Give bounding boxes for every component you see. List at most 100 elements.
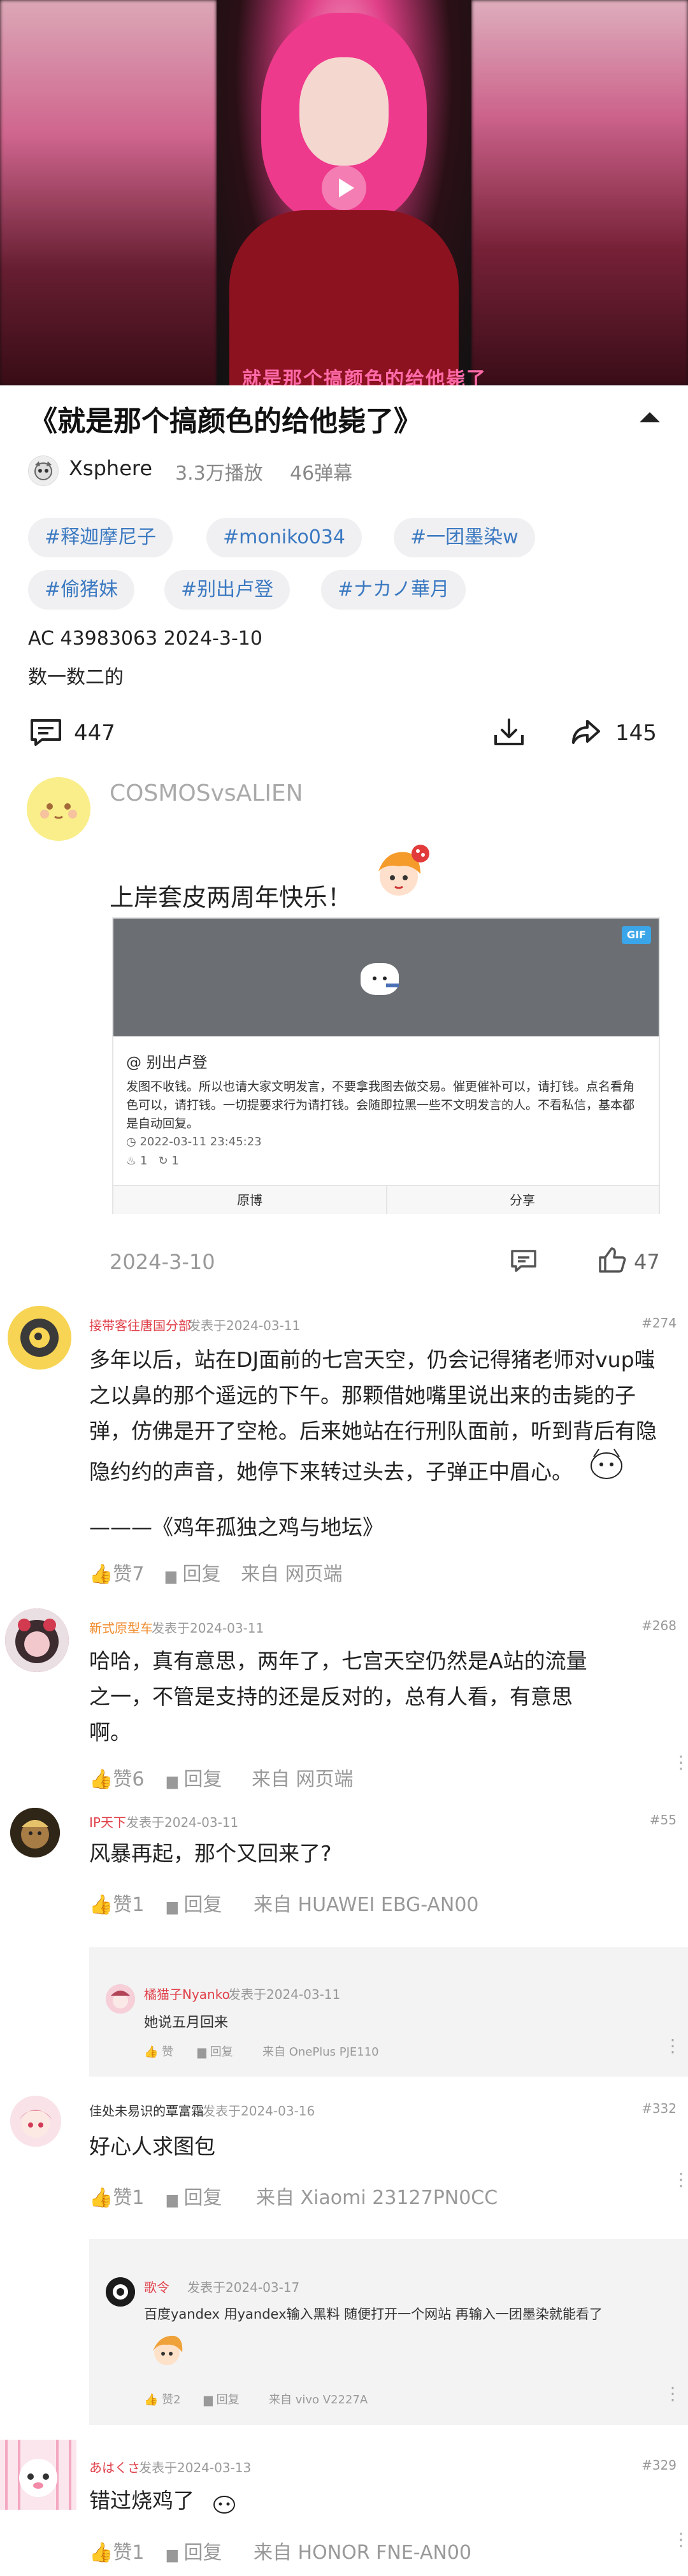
reply-reply-label: 回复 [216,2393,240,2407]
comment-line: 啊。 [89,1720,131,1745]
user-avatar[interactable] [10,2096,61,2147]
tag-chip[interactable]: #释迦摩尼子 [28,518,173,557]
reply-label: 回复 [182,1563,221,1585]
like-icon[interactable] [598,1246,627,1277]
reply-user-avatar[interactable] [106,2277,135,2307]
reply-source: 来自 vivo V2227A [269,2393,368,2407]
comment-line: 多年以后，站在DJ面前的七宫天空，仍会记得猪老师对vup嗤 [89,1347,656,1372]
reply-username[interactable]: 歌令 [144,2277,169,2296]
comment-text: 上岸套皮两周年快乐！ [110,884,352,912]
reply-action[interactable]: ▆ 回复 [167,1889,222,1917]
post-time-value: 2022-03-11 23:45:23 [140,1135,262,1148]
user-avatar[interactable] [0,2440,76,2510]
sticker-image [367,841,431,905]
reply-reply-action[interactable]: ▆ 回复 [197,2043,233,2059]
comment-username[interactable]: 佳处未易识的覃富霜 [89,2101,204,2119]
comment-username[interactable]: あはくさ [89,2458,140,2476]
video-figure-shirt [229,210,459,385]
tag-chip[interactable]: #别出卢登 [164,570,290,610]
tag-chip[interactable]: #一团墨染w [394,518,535,557]
like-action[interactable]: 👍赞6 [89,1763,144,1791]
comment-line: 错过烧鸡了 [89,2488,194,2513]
comment-floor: #274 [641,1315,677,1331]
tag-chip[interactable]: #偷猪妹 [28,570,135,610]
share-icon[interactable] [568,716,604,752]
sub-reply-box: 歌令 发表于2024-03-17 百度yandex 用yandex输入黑料 随便… [89,2239,688,2425]
reply-like-label: 赞 [162,2045,174,2059]
more-options-icon[interactable]: ⋮ [672,2169,688,2190]
reply-icon[interactable] [510,1249,538,1277]
user-avatar[interactable] [10,1808,60,1857]
comment-source: 来自 HUAWEI EBG-AN00 [254,1894,479,1916]
reply-action[interactable]: ▆ 回复 [167,1763,222,1791]
reply-user-avatar[interactable] [106,1984,135,2014]
reply-like-action[interactable]: 👍 赞 [144,2043,173,2059]
comment-line: 隐约约的声音，她停下来转过头去，子弹正中眉心。 [89,1459,573,1484]
reply-action[interactable]: ▆ 回复 [166,1558,220,1586]
download-icon[interactable] [492,716,526,752]
like-action[interactable]: 👍赞1 [89,1889,144,1917]
collapse-icon[interactable] [640,412,660,422]
comment-count: 447 [74,720,115,746]
reply-posted: 发表于2024-03-11 [228,1987,341,2002]
comment-source: 来自 网页端 [252,1768,354,1791]
like-action[interactable]: 👍赞1 [89,2182,144,2210]
like-label: 赞7 [113,1563,145,1585]
user-avatar[interactable] [5,1608,69,1672]
comment-source: 来自 HONOR FNE-AN00 [254,2542,472,2564]
more-options-icon[interactable]: ⋮ [664,2035,682,2056]
post-likes: 1 [140,1154,148,1168]
post-author[interactable]: @ 别出卢登 [126,1050,208,1072]
tag-chip[interactable]: #ナカノ華月 [321,570,466,610]
original-post-button[interactable]: 原博 [113,1186,387,1214]
play-icon[interactable] [322,166,366,210]
reply-label: 回复 [183,1894,222,1916]
comment-source: 来自 Xiaomi 23127PN0CC [256,2187,498,2209]
comment-username[interactable]: IP天下 [89,1812,126,1831]
comment-line: ———《鸡年孤独之鸡与地坛》 [89,1515,383,1540]
more-options-icon[interactable]: ⋮ [672,1752,688,1773]
like-action[interactable]: 👍赞7 [89,1558,144,1586]
comment-floor: #332 [641,2101,677,2116]
comment-source: 来自 网页端 [241,1563,343,1585]
comment-floor: #268 [641,1618,677,1633]
video-figure-face [299,57,389,166]
comment-posted: 发表于2024-03-16 [203,2103,315,2119]
uploader-avatar[interactable] [28,455,59,486]
reply-reply-action[interactable]: ▆ 回复 [204,2391,240,2407]
reply-action[interactable]: ▆ 回复 [167,2537,222,2565]
comment-icon[interactable] [28,717,64,751]
reply-username[interactable]: 橘猫子Nyanko [144,1984,230,2003]
reply-like-label: 赞2 [162,2393,181,2407]
reply-action[interactable]: ▆ 回复 [167,2182,222,2210]
user-avatar[interactable] [8,1306,71,1370]
comment-username[interactable]: 接带客往唐国分部 [89,1315,191,1334]
reply-source: 来自 OnePlus PJE110 [262,2045,379,2059]
sticker-icon [211,2492,237,2515]
comment-posted: 发表于2024-03-11 [126,1815,239,1830]
like-count: 47 [634,1250,660,1274]
play-count: 3.3万播放 [175,462,263,485]
reply-text: 百度yandex 用yandex输入黑料 随便打开一个网站 再输入一团墨染就能看… [144,2307,603,2322]
uploader-name[interactable]: Xsphere [69,456,152,480]
share-post-button[interactable]: 分享 [386,1186,659,1214]
sticker-image [147,2329,187,2370]
comment-line: 弹，仿佛是开了空枪。后来她站在行刑队面前，听到背后有隐 [89,1419,657,1443]
video-player[interactable]: 就是那个搞颜色的给他毙了 [0,0,688,385]
video-blur-right [471,0,688,385]
comment-posted: 发表于2024-03-11 [152,1621,264,1636]
like-action[interactable]: 👍赞1 [89,2537,144,2565]
tag-chip[interactable]: #moniko034 [206,518,362,557]
description: 数一数二的 [28,666,124,689]
reply-label: 回复 [183,2187,222,2209]
comment-username[interactable]: 新式原型车 [89,1618,153,1636]
more-options-icon[interactable]: ⋮ [672,2529,688,2550]
comment-line: 风暴再起，那个又回来了? [89,1841,332,1866]
comment-posted: 发表于2024-03-11 [188,1318,301,1333]
commenter-avatar[interactable] [27,777,90,841]
sticker-icon [586,1443,627,1484]
more-options-icon[interactable]: ⋮ [664,2383,682,2404]
reply-like-action[interactable]: 👍 赞2 [144,2391,181,2407]
embedded-post-card[interactable]: GIF @ 别出卢登 发图不收钱。所以也请大家文明发言，不要拿我图去做交易。催更… [112,917,660,1214]
commenter-name[interactable]: COSMOSvsALIEN [110,780,303,806]
